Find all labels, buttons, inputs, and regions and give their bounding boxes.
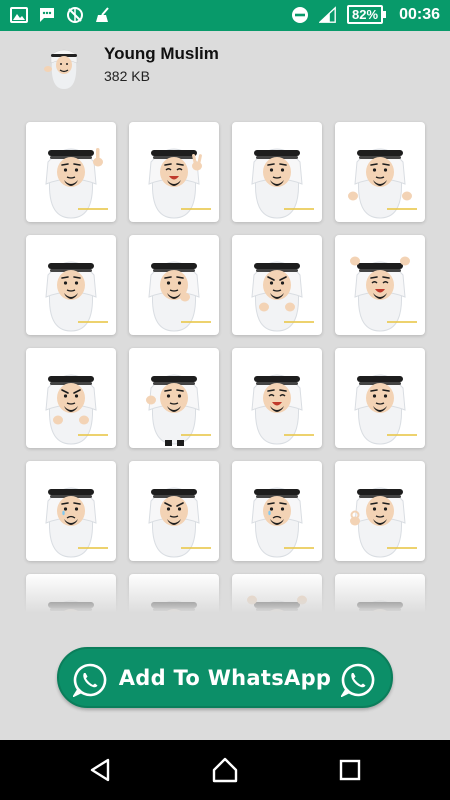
- whatsapp-icon: [73, 663, 107, 697]
- sticker-grid-scroll[interactable]: [0, 101, 450, 613]
- sticker-image: [350, 256, 417, 332]
- sticker-image: [146, 374, 211, 446]
- sticker-image: [148, 487, 211, 558]
- home-icon[interactable]: [211, 756, 239, 784]
- status-icons-right: 82% 00:36: [291, 5, 440, 24]
- sticker-image: [251, 261, 314, 332]
- back-icon[interactable]: [86, 756, 114, 784]
- status-bar: 82% 00:36: [0, 0, 450, 31]
- sticker-image: [251, 487, 314, 558]
- image-icon: [10, 6, 28, 24]
- sticker-image: [148, 148, 211, 219]
- sticker-image: [251, 148, 314, 219]
- sticker-crying[interactable]: [232, 461, 322, 561]
- sticker-character-icon: [44, 49, 78, 89]
- sticker-shrug[interactable]: [335, 122, 425, 222]
- message-icon: [38, 6, 56, 24]
- sticker-hand-raise[interactable]: [335, 348, 425, 448]
- sticker-image: [148, 261, 211, 332]
- sticker-grid: [26, 122, 425, 613]
- sticker-image: [348, 148, 417, 219]
- sticker-image: [45, 487, 108, 558]
- pack-size: 382 KB: [104, 68, 150, 84]
- sticker-thinking[interactable]: [129, 235, 219, 335]
- sticker-image: [350, 487, 417, 558]
- sticker-image: [251, 374, 314, 445]
- no-sync-icon: [66, 6, 84, 24]
- signal-icon: [319, 5, 337, 24]
- sticker-image: [354, 374, 417, 445]
- sticker-full-body[interactable]: [129, 348, 219, 448]
- status-icons-left: [10, 6, 112, 24]
- sticker-angry-fists[interactable]: [232, 235, 322, 335]
- sticker-neutral[interactable]: [232, 122, 322, 222]
- sticker-cover-eyes[interactable]: [26, 235, 116, 335]
- sticker-image: [45, 374, 108, 445]
- sticker-thumbs-point[interactable]: [26, 122, 116, 222]
- battery-icon: 82%: [347, 5, 387, 24]
- sticker-image: [45, 261, 108, 332]
- sticker-image: [45, 148, 108, 219]
- sticker-laugh[interactable]: [232, 348, 322, 448]
- clock: 00:36: [399, 5, 440, 23]
- add-button-label: Add To WhatsApp: [118, 665, 332, 690]
- whatsapp-icon: [341, 663, 375, 697]
- sticker-serious[interactable]: [129, 461, 219, 561]
- recent-apps-icon[interactable]: [336, 756, 364, 784]
- pack-title: Young Muslim: [104, 44, 219, 63]
- sticker-angry-stop[interactable]: [26, 348, 116, 448]
- sticker-sad[interactable]: [26, 461, 116, 561]
- cleaner-icon: [94, 6, 112, 24]
- scroll-fade: [0, 573, 450, 613]
- sticker-ok[interactable]: [335, 461, 425, 561]
- do-not-disturb-icon: [291, 6, 309, 24]
- navigation-bar: [0, 740, 450, 800]
- add-to-whatsapp-button[interactable]: Add To WhatsApp: [57, 647, 393, 708]
- sticker-peace[interactable]: [129, 122, 219, 222]
- sticker-cheer[interactable]: [335, 235, 425, 335]
- pack-header: Young Muslim 382 KB: [0, 31, 450, 101]
